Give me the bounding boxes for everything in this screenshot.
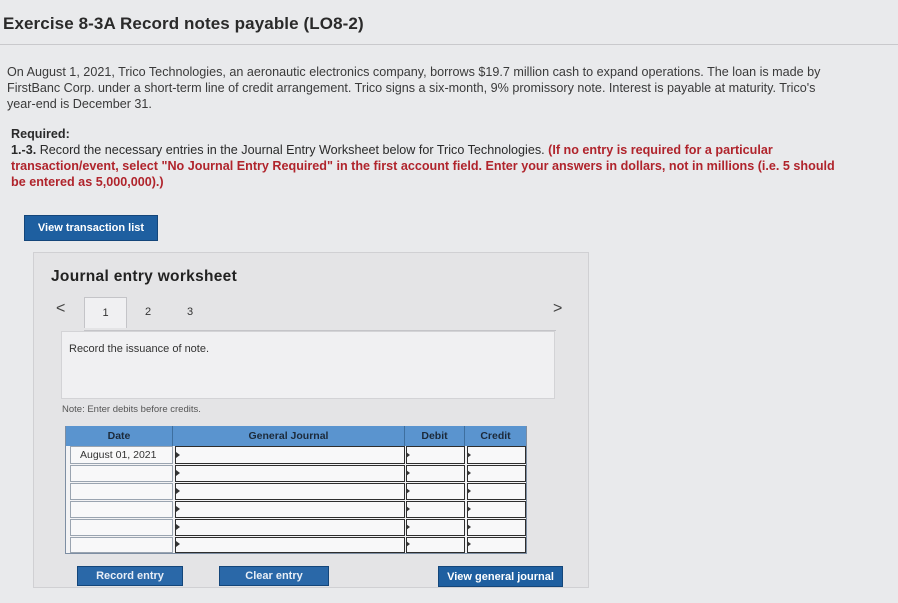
field-marker-icon xyxy=(467,506,471,512)
field-marker-icon xyxy=(467,524,471,530)
clear-entry-button[interactable]: Clear entry xyxy=(219,566,329,586)
date-value: August 01, 2021 xyxy=(80,449,157,461)
view-general-journal-button[interactable]: View general journal xyxy=(438,566,563,587)
date-cell[interactable] xyxy=(70,501,173,518)
debit-field[interactable] xyxy=(406,483,465,500)
tab-entry-3[interactable]: 3 xyxy=(178,297,202,328)
problem-statement: On August 1, 2021, Trico Technologies, a… xyxy=(7,65,821,111)
field-marker-icon xyxy=(406,506,410,512)
field-marker-icon xyxy=(467,470,471,476)
debit-field[interactable] xyxy=(406,537,465,553)
instruction-text: Record the necessary entries in the Jour… xyxy=(36,143,549,157)
dropdown-marker-icon xyxy=(176,488,180,494)
chevron-right-icon[interactable]: > xyxy=(553,300,562,318)
account-field[interactable] xyxy=(175,483,405,500)
column-header-debit: Debit xyxy=(405,426,465,446)
credit-field[interactable] xyxy=(467,446,526,464)
dropdown-marker-icon xyxy=(176,541,180,547)
credit-field[interactable] xyxy=(467,483,526,500)
worksheet-title: Journal entry worksheet xyxy=(51,268,238,285)
field-marker-icon xyxy=(406,488,410,494)
credit-field[interactable] xyxy=(467,501,526,518)
step-label: 1.-3. xyxy=(11,143,37,157)
credit-field[interactable] xyxy=(467,537,526,553)
credit-field[interactable] xyxy=(467,519,526,536)
field-marker-icon xyxy=(406,541,410,547)
header-divider xyxy=(0,44,898,45)
account-field[interactable] xyxy=(175,537,405,553)
dropdown-marker-icon xyxy=(176,452,180,458)
tab-entry-2[interactable]: 2 xyxy=(136,297,160,328)
dropdown-marker-icon xyxy=(176,470,180,476)
required-section: Required: 1.-3. Record the necessary ent… xyxy=(11,126,851,190)
account-field[interactable] xyxy=(175,446,405,464)
column-header-general-journal: General Journal xyxy=(173,426,405,446)
view-transaction-list-button[interactable]: View transaction list xyxy=(24,215,158,241)
debit-field[interactable] xyxy=(406,465,465,482)
dropdown-marker-icon xyxy=(176,524,180,530)
field-marker-icon xyxy=(406,470,410,476)
credit-field[interactable] xyxy=(467,465,526,482)
field-marker-icon xyxy=(406,524,410,530)
date-cell[interactable] xyxy=(70,465,173,482)
tab-entry-1[interactable]: 1 xyxy=(84,297,127,328)
debit-field[interactable] xyxy=(406,519,465,536)
exercise-title: Exercise 8-3A Record notes payable (LO8-… xyxy=(3,14,364,33)
account-field[interactable] xyxy=(175,519,405,536)
required-label: Required: xyxy=(11,127,70,141)
dropdown-marker-icon xyxy=(176,506,180,512)
date-cell[interactable] xyxy=(70,519,173,536)
account-field[interactable] xyxy=(175,465,405,482)
account-field[interactable] xyxy=(175,501,405,518)
entry-description: Record the issuance of note. xyxy=(69,343,210,355)
field-marker-icon xyxy=(467,488,471,494)
record-entry-button[interactable]: Record entry xyxy=(77,566,183,586)
entry-description-box xyxy=(61,331,555,399)
debit-field[interactable] xyxy=(406,501,465,518)
debit-field[interactable] xyxy=(406,446,465,464)
field-marker-icon xyxy=(467,541,471,547)
required-instruction: 1.-3. Record the necessary entries in th… xyxy=(11,142,851,190)
debit-credit-note: Note: Enter debits before credits. xyxy=(62,404,201,415)
field-marker-icon xyxy=(406,452,410,458)
column-header-credit: Credit xyxy=(465,426,526,446)
date-cell[interactable] xyxy=(70,537,173,553)
column-header-date: Date xyxy=(66,426,173,446)
field-marker-icon xyxy=(467,452,471,458)
date-cell[interactable] xyxy=(70,483,173,500)
chevron-left-icon[interactable]: < xyxy=(56,300,65,318)
